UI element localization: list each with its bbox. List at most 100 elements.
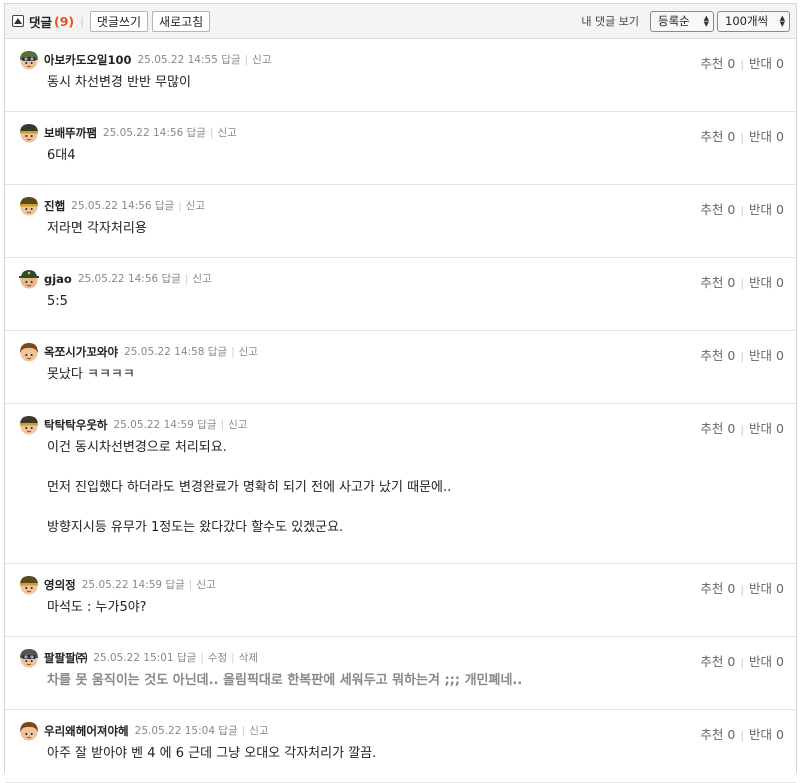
recommend-button[interactable]: 추천 0: [700, 654, 735, 669]
oppose-button[interactable]: 반대 0: [749, 275, 784, 290]
comment-author[interactable]: 옥쪼시가꼬와야: [44, 344, 118, 360]
comment-item: 옥쪼시가꼬와야 25.05.22 14:58 답글 | 신고 추천 0 | 반대 0 못났다 …: [5, 331, 796, 404]
comment-header: 우리왜헤어져야헤 25.05.22 15:04 답글 | 신고: [18, 719, 784, 742]
avatar-icon[interactable]: [18, 194, 40, 217]
divider: |: [740, 350, 745, 363]
divider: |: [241, 725, 246, 737]
sort-select[interactable]: 등록순 ▲ ▼: [650, 10, 714, 32]
comment-author[interactable]: 아보카도오일100: [44, 52, 132, 68]
divider: |: [80, 14, 84, 28]
reply-link[interactable]: 답글: [208, 346, 227, 358]
oppose-button[interactable]: 반대 0: [749, 727, 784, 742]
comment-item: 탁탁탁우웃하 25.05.22 14:59 답글 | 신고 추천 0 | 반대 0 이건 동시…: [5, 404, 796, 564]
comment-author[interactable]: gjao: [44, 272, 72, 286]
comment-meta: 25.05.22 14:58 답글 | 신고: [124, 344, 258, 359]
avatar-icon[interactable]: [18, 48, 40, 71]
divider: |: [188, 579, 193, 591]
oppose-count: 0: [776, 129, 784, 144]
oppose-button[interactable]: 반대 0: [749, 56, 784, 71]
comment-meta: 25.05.22 14:59 답글 | 신고: [82, 577, 216, 592]
comment-author[interactable]: 우리왜헤어져야헤: [44, 723, 129, 739]
comment-body: 못났다 ㅋㅋㅋㅋ: [18, 362, 784, 385]
comment-author[interactable]: 보배뚜까팸: [44, 125, 97, 141]
oppose-count: 0: [776, 421, 784, 436]
recommend-button[interactable]: 추천 0: [700, 56, 735, 71]
per-page-select[interactable]: 100개씩 ▲ ▼: [717, 10, 790, 32]
recommend-button[interactable]: 추천 0: [700, 421, 735, 436]
comment-author[interactable]: 진햅: [44, 198, 65, 214]
comment-body: 저라면 각자처리용: [18, 216, 784, 239]
comment-author[interactable]: 팔팔팔㈜: [44, 650, 87, 666]
oppose-button[interactable]: 반대 0: [749, 581, 784, 596]
reply-link[interactable]: 답글: [165, 579, 184, 591]
oppose-count: 0: [776, 348, 784, 363]
recommend-label: 추천: [700, 202, 724, 217]
avatar-icon[interactable]: [18, 413, 40, 436]
edit-link[interactable]: 수정: [208, 652, 227, 664]
reply-link[interactable]: 답글: [155, 200, 174, 212]
oppose-button[interactable]: 반대 0: [749, 129, 784, 144]
reply-link[interactable]: 답글: [177, 652, 196, 664]
comment-date: 25.05.22 14:55: [137, 54, 218, 66]
refresh-button[interactable]: 새로고침: [152, 10, 211, 32]
comment-body: 이건 동시차선변경으로 처리되요. 먼저 진입했다 하더라도 변경완료가 명확히 …: [18, 435, 784, 538]
comment-item: 영의정 25.05.22 14:59 답글 | 신고 추천 0 | 반대 0 마석도 : 누가…: [5, 564, 796, 637]
comment-author[interactable]: 영의정: [44, 577, 76, 593]
oppose-count: 0: [776, 56, 784, 71]
divider: |: [178, 200, 182, 212]
report-link[interactable]: 신고: [249, 725, 268, 737]
avatar-icon[interactable]: [18, 646, 40, 669]
report-link[interactable]: 신고: [196, 579, 215, 591]
toolbar-left: 댓글 (9) | 댓글쓰기 새로고침: [12, 10, 581, 32]
report-link[interactable]: 신고: [186, 200, 205, 212]
my-comments-link[interactable]: 내 댓글 보기: [581, 13, 639, 29]
report-link[interactable]: 신고: [192, 273, 211, 285]
avatar-icon[interactable]: [18, 121, 40, 144]
report-link[interactable]: 신고: [239, 346, 258, 358]
recommend-button[interactable]: 추천 0: [700, 202, 735, 217]
reply-link[interactable]: 답글: [162, 273, 181, 285]
vote-controls: 추천 0 | 반대 0: [700, 651, 784, 670]
recommend-button[interactable]: 추천 0: [700, 348, 735, 363]
divider: |: [231, 346, 235, 358]
recommend-button[interactable]: 추천 0: [700, 275, 735, 290]
reply-link[interactable]: 답글: [197, 419, 216, 431]
report-link[interactable]: 신고: [252, 54, 271, 66]
vote-controls: 추천 0 | 반대 0: [700, 724, 784, 743]
avatar-icon[interactable]: [18, 267, 40, 290]
oppose-button[interactable]: 반대 0: [749, 202, 784, 217]
oppose-button[interactable]: 반대 0: [749, 421, 784, 436]
recommend-button[interactable]: 추천 0: [700, 129, 735, 144]
recommend-count: 0: [727, 129, 736, 144]
comment-date: 25.05.22 14:58: [124, 346, 205, 358]
recommend-button[interactable]: 추천 0: [700, 727, 735, 742]
oppose-label: 반대: [749, 56, 773, 71]
avatar-icon[interactable]: [18, 573, 40, 596]
vote-controls: 추천 0 | 반대 0: [700, 272, 784, 291]
delete-link[interactable]: 삭제: [239, 652, 258, 664]
comment-text-line: 아주 잘 받아야 벤 4 에 6 근데 그냥 오대오 각자처리가 깔끔.: [47, 746, 377, 761]
report-link[interactable]: 신고: [228, 419, 247, 431]
recommend-button[interactable]: 추천 0: [700, 581, 735, 596]
reply-link[interactable]: 답글: [187, 127, 206, 139]
oppose-button[interactable]: 반대 0: [749, 654, 784, 669]
reply-link[interactable]: 답글: [218, 725, 237, 737]
recommend-count: 0: [727, 348, 736, 363]
recommend-count: 0: [727, 202, 736, 217]
recommend-label: 추천: [700, 348, 724, 363]
oppose-count: 0: [776, 654, 784, 669]
oppose-label: 반대: [749, 129, 773, 144]
comment-author[interactable]: 탁탁탁우웃하: [44, 417, 107, 433]
avatar-icon[interactable]: [18, 719, 40, 742]
write-comment-button[interactable]: 댓글쓰기: [89, 10, 149, 32]
recommend-label: 추천: [700, 56, 724, 71]
report-link[interactable]: 신고: [217, 127, 236, 139]
reply-link[interactable]: 답글: [221, 54, 240, 66]
divider: |: [740, 58, 745, 71]
avatar-icon[interactable]: [18, 340, 40, 363]
collapse-toggle-icon[interactable]: [12, 15, 24, 27]
comment-text-line: 5:5: [47, 294, 68, 309]
vote-controls: 추천 0 | 반대 0: [700, 578, 784, 597]
oppose-button[interactable]: 반대 0: [749, 348, 784, 363]
comment-meta: 25.05.22 14:56 답글 | 신고: [103, 125, 237, 140]
